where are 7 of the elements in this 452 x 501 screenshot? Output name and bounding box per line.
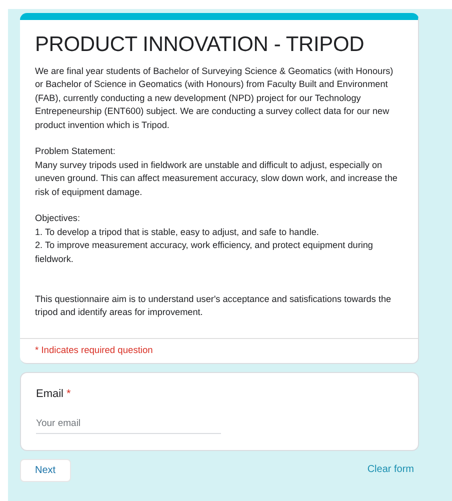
next-button[interactable]: Next bbox=[20, 458, 71, 482]
form-title: PRODUCT INNOVATION - TRIPOD bbox=[35, 32, 366, 58]
question-label: Email bbox=[36, 388, 64, 400]
form-description: We are final year students of Bachelor of Surveying Science & Geomatics (with Honours) or Bachelor of Science in Geomatics (with Honours) from Faculty Built and Environment (FAB), currently conducting a new development (NPD) project for our Technology Entrepeneurship (ENT600) subject. We are conducting a survey collect data for our new product invention which is Tripod. Problem Statement: Many survey tripods used in fieldwork are unstable and difficult to adjust, especially on uneven ground. This can affect measurement accuracy, slow down work, and increase the risk of equipment damage. Objectives: 1. To develop a tripod that is stable, easy to adjust, and safe to handle. 2. To improve measurement accuracy, work efficiency, and protect equipment during fieldwork. This questionnaire aim is to understand user's acceptance and satisfications towards the tripod and identify areas for improvement. bbox=[35, 65, 398, 320]
required-note: * Indicates required question bbox=[34, 344, 154, 357]
required-mark: * bbox=[66, 388, 71, 400]
clear-form-link[interactable]: Clear form bbox=[367, 464, 414, 475]
